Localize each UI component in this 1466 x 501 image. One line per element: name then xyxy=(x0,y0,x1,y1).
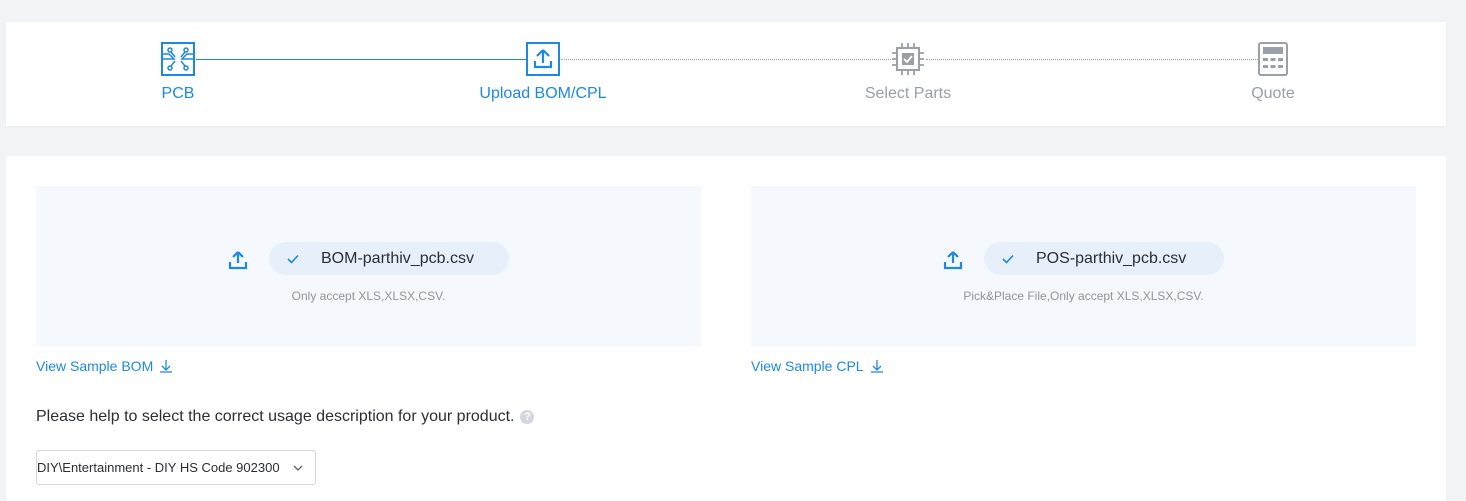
usage-question: Please help to select the correct usage … xyxy=(36,408,535,426)
step-pcb[interactable]: PCB xyxy=(78,42,278,103)
cpl-file-row: POS-parthiv_pcb.csv xyxy=(751,242,1416,276)
chip-check-icon xyxy=(892,43,924,75)
chevron-down-icon xyxy=(293,465,303,471)
check-icon xyxy=(287,254,299,264)
bom-accept-hint: Only accept XLS,XLSX,CSV. xyxy=(291,289,446,303)
bom-file-name: BOM-parthiv_pcb.csv xyxy=(321,250,474,267)
download-icon xyxy=(870,360,883,373)
usage-question-text: Please help to select the correct usage … xyxy=(36,408,515,425)
usage-select-text: DIY\Entertainment - DIY HS Code 902300 xyxy=(37,460,280,475)
upload-icon[interactable] xyxy=(942,249,964,271)
cpl-accept-hint: Pick&Place File,Only accept XLS,XLSX,CSV… xyxy=(963,289,1204,303)
step-label: Quote xyxy=(1251,85,1295,102)
link-label: View Sample CPL xyxy=(751,358,864,374)
usage-select-value: DIY\Entertainment - DIY HS Code 902300 xyxy=(37,460,285,475)
cpl-drop-zone[interactable]: POS-parthiv_pcb.csv Pick&Place File,Only… xyxy=(751,186,1416,346)
help-icon[interactable]: ? xyxy=(520,410,535,424)
link-label: View Sample BOM xyxy=(36,358,154,374)
usage-select[interactable]: DIY\Entertainment - DIY HS Code 902300 xyxy=(36,450,316,485)
upload-icon[interactable] xyxy=(227,249,249,271)
check-icon xyxy=(1002,254,1014,264)
calculator-icon xyxy=(1258,42,1288,76)
pcb-circuit-icon xyxy=(161,42,195,76)
step-label: Select Parts xyxy=(864,85,952,102)
view-sample-bom-link[interactable]: View Sample BOM xyxy=(36,358,173,374)
step-upload-bom-cpl[interactable]: Upload BOM/CPL xyxy=(443,42,643,103)
upload-panel: BOM-parthiv_pcb.csv Only accept XLS,XLSX… xyxy=(6,156,1446,501)
step-select-parts[interactable]: Select Parts xyxy=(808,42,1008,103)
step-quote[interactable]: Quote xyxy=(1173,42,1373,103)
step-label: Upload BOM/CPL xyxy=(479,85,607,102)
step-label: PCB xyxy=(161,85,195,102)
view-sample-cpl-link[interactable]: View Sample CPL xyxy=(751,358,884,374)
cpl-file-chip[interactable]: POS-parthiv_pcb.csv xyxy=(984,242,1224,275)
bom-drop-zone[interactable]: BOM-parthiv_pcb.csv Only accept XLS,XLSX… xyxy=(36,186,701,346)
bom-file-row: BOM-parthiv_pcb.csv xyxy=(36,242,701,276)
download-icon xyxy=(160,360,173,373)
bom-file-chip[interactable]: BOM-parthiv_pcb.csv xyxy=(269,242,509,275)
progress-stepper: PCB Upload BOM/CPL Select Parts Quote xyxy=(6,22,1446,126)
upload-icon xyxy=(526,42,560,76)
cpl-file-name: POS-parthiv_pcb.csv xyxy=(1036,250,1187,267)
